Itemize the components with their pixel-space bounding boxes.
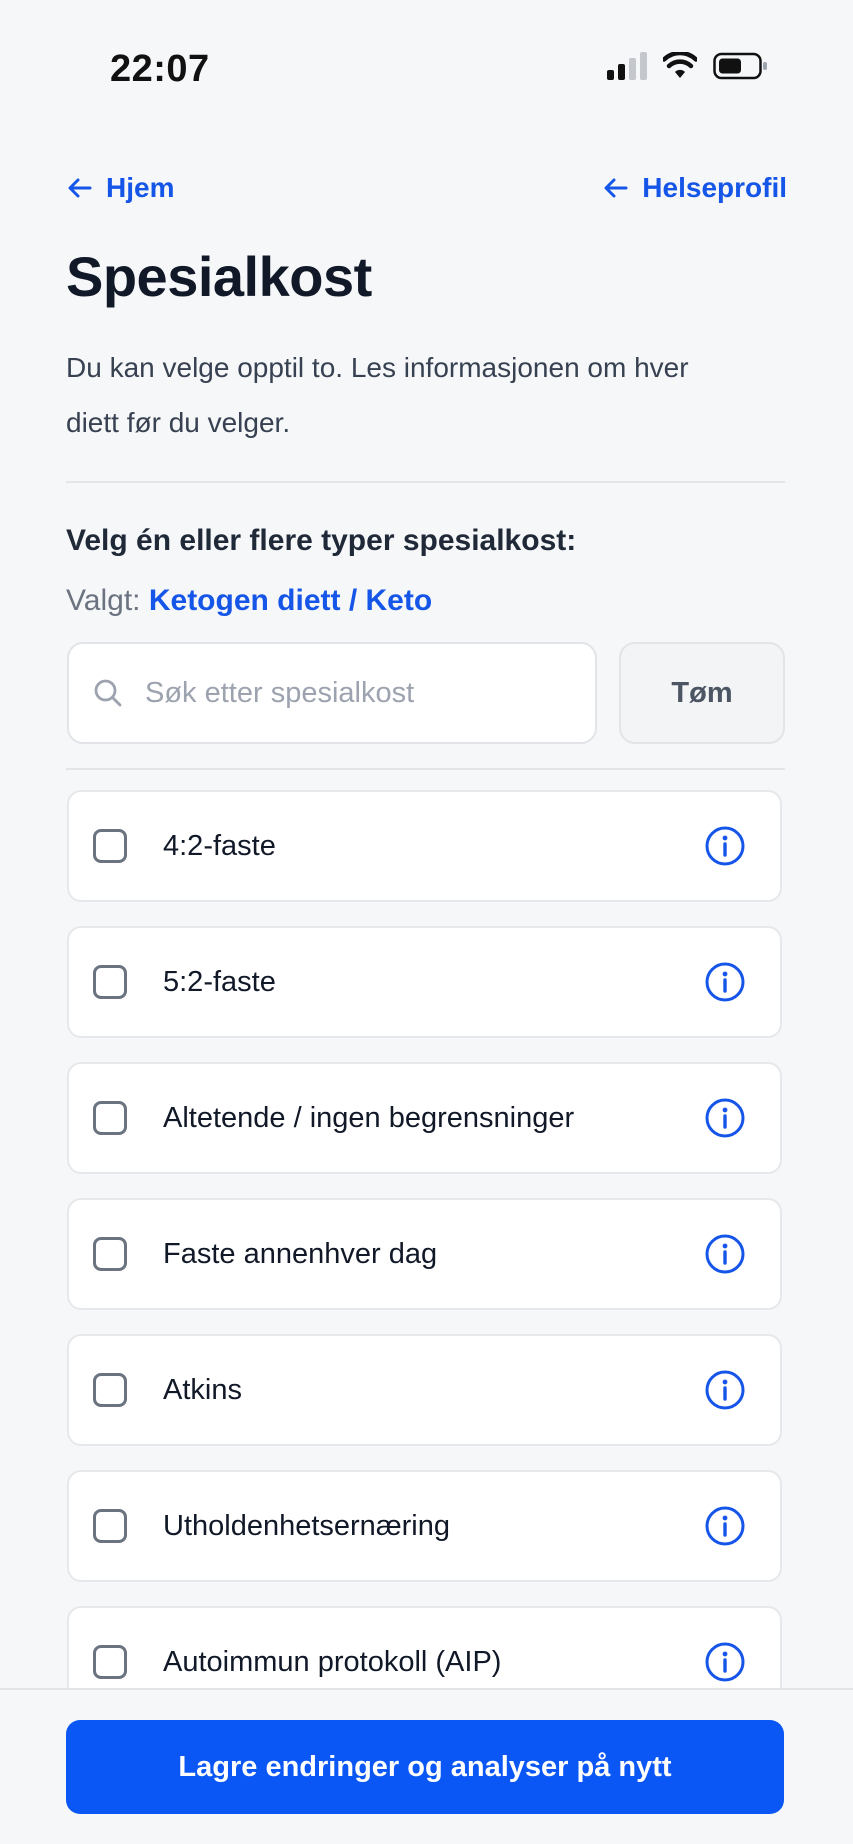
- diet-label: Faste annenhver dag: [163, 1237, 438, 1270]
- divider: [66, 481, 785, 483]
- diet-label: Atkins: [163, 1373, 242, 1406]
- diet-checkbox[interactable]: [93, 1509, 127, 1543]
- diet-checkbox[interactable]: [93, 965, 127, 999]
- info-icon[interactable]: [704, 961, 746, 1003]
- status-bar: 22:07: [0, 0, 853, 140]
- diet-list-item[interactable]: Atkins: [67, 1334, 782, 1446]
- wifi-icon: [663, 52, 697, 78]
- diet-label: 5:2-faste: [163, 965, 276, 998]
- search-box[interactable]: [67, 642, 597, 744]
- health-profile-link[interactable]: Helseprofil: [602, 172, 787, 204]
- selected-value: Ketogen diett / Keto: [148, 584, 433, 617]
- diet-list-item[interactable]: Faste annenhver dag: [67, 1198, 782, 1310]
- top-navigation: Hjem Helseprofil: [66, 168, 787, 208]
- info-icon[interactable]: [704, 1505, 746, 1547]
- save-and-reanalyze-button[interactable]: Lagre endringer og analyser på nytt: [66, 1720, 784, 1814]
- diet-list: 4:2-faste 5:2-faste Altetende / ingen begr…: [67, 790, 782, 1742]
- selection-prompt: Velg én eller flere typer spesialkost:: [66, 524, 577, 557]
- status-time: 22:07: [110, 48, 210, 90]
- selected-summary: Valgt: Ketogen diett / Keto: [66, 584, 432, 618]
- battery-icon: [713, 52, 767, 80]
- info-icon[interactable]: [704, 825, 746, 867]
- diet-checkbox[interactable]: [93, 1373, 127, 1407]
- diet-checkbox[interactable]: [93, 1645, 127, 1679]
- diet-label: Altetende / ingen begrensninger: [163, 1101, 575, 1134]
- page-intro: Du kan velge opptil to. Les informasjone…: [66, 352, 689, 438]
- search-input[interactable]: [145, 676, 545, 710]
- back-home-label: Hjem: [106, 172, 175, 203]
- diet-checkbox[interactable]: [93, 1101, 127, 1135]
- diet-label: Autoimmun protokoll (AIP): [163, 1645, 502, 1678]
- status-icons: [607, 52, 769, 80]
- diet-list-item[interactable]: 4:2-faste: [67, 790, 782, 902]
- divider: [66, 768, 785, 770]
- cellular-signal-icon: [607, 52, 647, 80]
- selected-prefix: Valgt:: [66, 584, 141, 617]
- health-profile-label: Helseprofil: [642, 172, 787, 203]
- info-icon[interactable]: [704, 1369, 746, 1411]
- page-title: Spesialkost: [66, 245, 372, 308]
- screen: 22:07 Hjem Helseprofil Spesialkost Du ka…: [0, 0, 853, 1844]
- diet-label: 4:2-faste: [163, 829, 276, 862]
- arrow-left-icon: [68, 178, 92, 198]
- info-icon[interactable]: [704, 1641, 746, 1683]
- back-home-link[interactable]: Hjem: [66, 172, 174, 204]
- diet-list-item[interactable]: Altetende / ingen begrensninger: [67, 1062, 782, 1174]
- diet-checkbox[interactable]: [93, 1237, 127, 1271]
- arrow-left-icon: [604, 178, 628, 198]
- search-icon: [94, 679, 122, 707]
- diet-list-item[interactable]: Utholdenhetsernæring: [67, 1470, 782, 1582]
- clear-button[interactable]: Tøm: [619, 642, 785, 744]
- diet-checkbox[interactable]: [93, 829, 127, 863]
- diet-list-item[interactable]: 5:2-faste: [67, 926, 782, 1038]
- bottom-action-bar: Lagre endringer og analyser på nytt: [0, 1688, 853, 1844]
- info-icon[interactable]: [704, 1233, 746, 1275]
- info-icon[interactable]: [704, 1097, 746, 1139]
- diet-label: Utholdenhetsernæring: [163, 1509, 450, 1542]
